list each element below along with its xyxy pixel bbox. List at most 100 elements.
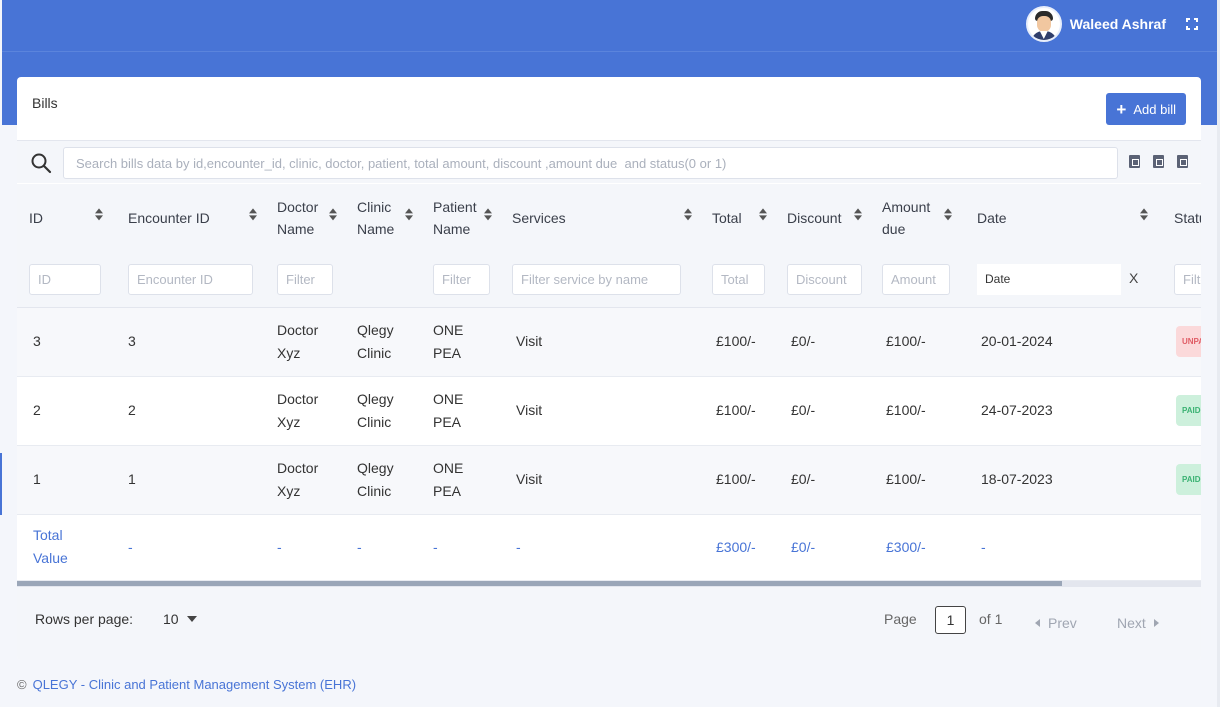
cell-due: £100/-	[886, 471, 926, 487]
table-row[interactable]: 3 3 Doctor Xyz Qlegy Clinic ONE PEA Visi…	[17, 307, 1201, 376]
filter-services-input[interactable]	[512, 263, 681, 295]
sort-icon[interactable]	[684, 208, 692, 221]
add-bill-button[interactable]: + Add bill	[1106, 93, 1186, 125]
cell-services: Visit	[516, 333, 543, 349]
filter-discount-input[interactable]	[787, 263, 862, 295]
sort-icon[interactable]	[249, 208, 257, 221]
table-body: 3 3 Doctor Xyz Qlegy Clinic ONE PEA Visi…	[17, 307, 1201, 580]
rows-per-page-value: 10	[163, 611, 179, 627]
col-header-doctor[interactable]: Doctor Name	[267, 184, 347, 252]
total-discount: £0/-	[791, 538, 816, 555]
table-row[interactable]: 2 2 Doctor Xyz Qlegy Clinic ONE PEA Visi…	[17, 376, 1201, 445]
cell-encounter: 1	[128, 471, 136, 487]
filter-doctor-input[interactable]	[277, 263, 333, 295]
bills-table: ID Encounter ID Doctor Name Clinic Name …	[17, 184, 1201, 581]
filter-date-input[interactable]	[977, 263, 1121, 295]
cell-patient: ONE PEA	[433, 390, 464, 430]
prev-label: Prev	[1048, 615, 1077, 631]
rows-per-page-select[interactable]: 10	[163, 611, 197, 627]
col-header-patient[interactable]: Patient Name	[423, 184, 502, 252]
table-row[interactable]: 1 1 Doctor Xyz Qlegy Clinic ONE PEA Visi…	[17, 445, 1201, 514]
cell-discount: £0/-	[791, 402, 816, 418]
totals-row: Total Value - - - - - £300/- £0/- £300/-…	[17, 514, 1201, 580]
col-header-clinic[interactable]: Clinic Name	[347, 184, 423, 252]
sort-icon[interactable]	[95, 208, 103, 221]
status-badge: UNPAID	[1176, 326, 1201, 357]
page-label: Page	[884, 611, 917, 627]
bills-card: Bills + Add bill ID Encounter ID Doctor …	[17, 77, 1201, 660]
export-excel-icon[interactable]	[1153, 155, 1164, 168]
totals-label: Total Value	[33, 527, 68, 566]
status-badge: PAID	[1176, 464, 1201, 495]
next-page-button[interactable]: Next	[1117, 615, 1159, 631]
total-date: -	[981, 538, 986, 555]
page-title: Bills	[32, 95, 58, 111]
col-header-due[interactable]: Amount due	[872, 184, 962, 252]
col-header-date[interactable]: Date	[962, 184, 1158, 252]
cell-id: 1	[33, 471, 41, 487]
total-clinic: -	[357, 538, 362, 555]
total-amount: £300/-	[716, 538, 756, 555]
cell-date: 20-01-2024	[981, 333, 1053, 349]
sort-icon[interactable]	[484, 208, 492, 221]
avatar[interactable]	[1025, 6, 1062, 42]
col-header-total[interactable]: Total	[702, 184, 777, 252]
prev-page-button[interactable]: Prev	[1035, 615, 1077, 631]
filter-id-input[interactable]	[29, 263, 101, 295]
col-header-discount[interactable]: Discount	[777, 184, 872, 252]
sort-icon[interactable]	[759, 208, 767, 221]
fullscreen-icon[interactable]	[1186, 18, 1198, 30]
sort-icon[interactable]	[329, 208, 337, 221]
filter-total-input[interactable]	[712, 263, 765, 295]
total-doctor: -	[277, 538, 282, 555]
copyright-text[interactable]: QLEGY - Clinic and Patient Management Sy…	[33, 677, 356, 692]
cell-encounter: 2	[128, 402, 136, 418]
filter-status-input[interactable]	[1174, 263, 1201, 295]
search-bar	[17, 140, 1201, 183]
user-name[interactable]: Waleed Ashraf	[1070, 16, 1166, 32]
search-icon	[31, 153, 52, 174]
page-number-input[interactable]: 1	[935, 606, 966, 634]
copyright-footer: © QLEGY - Clinic and Patient Management S…	[17, 677, 356, 692]
rows-per-page-label: Rows per page:	[35, 611, 134, 627]
cell-id: 2	[33, 402, 41, 418]
cell-patient: ONE PEA	[433, 459, 464, 499]
page-count: of 1	[979, 611, 1003, 627]
caret-down-icon	[186, 616, 197, 622]
cell-doctor: Doctor Xyz	[277, 459, 319, 499]
cell-total: £100/-	[716, 471, 756, 487]
filter-encounter-input[interactable]	[128, 263, 253, 295]
filter-due-input[interactable]	[882, 263, 950, 295]
export-pdf-icon[interactable]	[1177, 155, 1188, 168]
cell-doctor: Doctor Xyz	[277, 390, 319, 430]
search-input[interactable]	[63, 147, 1118, 179]
total-services: -	[516, 538, 521, 555]
filter-row: X	[17, 252, 1201, 307]
plus-icon: +	[1116, 99, 1127, 119]
status-badge: PAID	[1176, 395, 1201, 426]
cell-encounter: 3	[128, 333, 136, 349]
col-header-services[interactable]: Services	[502, 184, 702, 252]
cell-discount: £0/-	[791, 471, 816, 487]
cell-total: £100/-	[716, 333, 756, 349]
cell-services: Visit	[516, 471, 543, 487]
cell-id: 3	[33, 333, 41, 349]
total-encounter: -	[128, 538, 133, 555]
sort-icon[interactable]	[1140, 208, 1148, 221]
export-buttons	[1129, 155, 1188, 168]
copyright-symbol: ©	[17, 677, 27, 692]
sort-icon[interactable]	[405, 208, 413, 221]
export-csv-icon[interactable]	[1129, 155, 1140, 168]
cell-clinic: Qlegy Clinic	[357, 390, 394, 430]
sort-icon[interactable]	[944, 208, 952, 221]
sort-icon[interactable]	[854, 208, 862, 221]
col-header-encounter[interactable]: Encounter ID	[113, 184, 267, 252]
cell-date: 24-07-2023	[981, 402, 1053, 418]
col-header-id[interactable]: ID	[17, 184, 113, 252]
total-patient: -	[433, 538, 438, 555]
clear-date-button[interactable]: X	[1129, 270, 1138, 286]
filter-patient-input[interactable]	[433, 263, 490, 295]
col-header-status[interactable]: Status	[1158, 184, 1201, 252]
user-menu[interactable]: Waleed Ashraf	[1025, 6, 1198, 42]
cell-discount: £0/-	[791, 333, 816, 349]
